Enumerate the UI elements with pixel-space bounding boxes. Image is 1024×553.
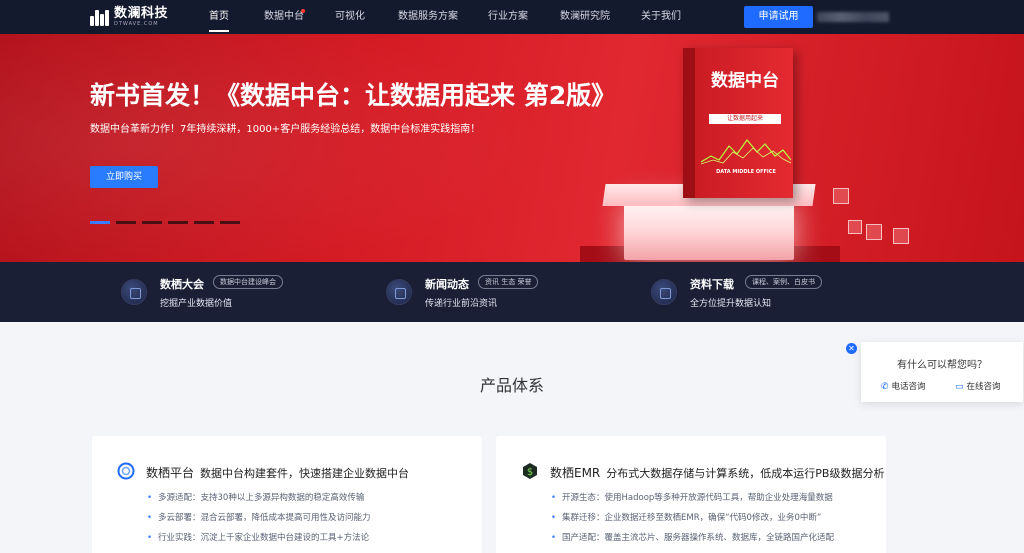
phone-consult-button[interactable]: ✆ 电话咨询 — [881, 380, 926, 392]
strip-title: 新闻动态 — [425, 278, 469, 291]
consult-widget: 有什么可以帮您吗？ ✆ 电话咨询 ▭ 在线咨询 — [861, 342, 1023, 402]
logo-mark-icon — [90, 8, 110, 26]
cube-icon — [866, 224, 882, 240]
cube-icon — [833, 188, 849, 204]
carousel-dot[interactable] — [116, 221, 136, 224]
strip-item-conference[interactable]: 数栖大会 数据中台建设峰会 挖掘产业数据价值 — [0, 262, 340, 322]
logo-name: 数澜科技 — [114, 6, 169, 21]
list-item: 国产适配：覆盖主流芯片、服务器操作系统、数据库，全链路国产化适配 — [551, 528, 834, 548]
hero-banner[interactable]: 新书首发！《数据中台：让数据用起来 第2版》 数据中台革新力作！7年持续深耕，1… — [0, 34, 1024, 262]
user-info-blurred[interactable] — [817, 12, 889, 22]
cube-icon — [848, 220, 862, 234]
hero-description: 数据中台革新力作！7年持续深耕，1000+客户服务经验总结，数据中台标准实践指南… — [90, 124, 481, 135]
mountain-wave-icon — [701, 139, 791, 165]
cloud-download-icon — [651, 279, 677, 305]
top-nav: 数澜科技 DTWAVE.COM 首页 数据中台 可视化 数据服务方案 行业方案 … — [0, 0, 1024, 34]
carousel-dot[interactable] — [194, 221, 214, 224]
strip-desc: 挖掘产业数据价值 — [160, 299, 233, 309]
nav-item-industry[interactable]: 行业方案 — [488, 0, 528, 34]
list-item: 开源生态：使用Hadoop等多种开放源代码工具，帮助企业处理海量数据 — [551, 488, 834, 508]
book-title: 数据中台 — [711, 71, 779, 91]
book-subtitle: 让数据用起来 — [709, 114, 781, 124]
strip-item-downloads[interactable]: 资料下载 课程、案例、白皮书 全方位提升数据认知 — [620, 262, 920, 322]
card-points: 多源适配：支持30种以上多源异构数据的稳定高效传输 多云部署：混合云部署，降低成… — [147, 488, 371, 548]
strip-title: 资料下载 — [690, 278, 734, 291]
card-name: 数栖平台 — [146, 466, 195, 480]
card-name: 数栖EMR — [550, 466, 601, 480]
list-item: 多云部署：混合云部署，降低成本提高可用性及访问能力 — [147, 508, 371, 528]
list-item: 多源适配：支持30种以上多源异构数据的稳定高效传输 — [147, 488, 371, 508]
ring-icon — [117, 462, 135, 480]
logo-sub: DTWAVE.COM — [114, 21, 159, 27]
book-cover: 数据中台 让数据用起来 DATA MIDDLE OFFICE — [683, 48, 793, 198]
card-desc: 分布式大数据存储与计算系统，低成本运行PB级数据分析 — [606, 467, 885, 480]
book-english-title: DATA MIDDLE OFFICE — [716, 169, 776, 175]
nav-item-about[interactable]: 关于我们 — [641, 0, 681, 34]
strip-tag: 数据中台建设峰会 — [213, 275, 283, 289]
cube-icon — [893, 228, 909, 244]
strip-desc: 传递行业前沿资讯 — [425, 299, 498, 309]
carousel-dot[interactable] — [90, 221, 110, 224]
nav-item-visualization[interactable]: 可视化 — [335, 0, 365, 34]
strip-tag: 资讯 生态 荣誉 — [478, 275, 539, 289]
online-consult-button[interactable]: ▭ 在线咨询 — [955, 380, 1001, 392]
chat-icon: ▭ — [955, 382, 964, 392]
dollar-hex-icon: $ — [523, 463, 537, 479]
strip-title: 数栖大会 — [160, 278, 204, 291]
nav-new-dot — [301, 9, 305, 13]
news-icon — [386, 279, 412, 305]
nav-item-data-middle-office[interactable]: 数据中台 — [264, 0, 304, 34]
strip-item-news[interactable]: 新闻动态 资讯 生态 荣誉 传递行业前沿资讯 — [340, 262, 620, 322]
apply-trial-button[interactable]: 申请试用 — [744, 6, 813, 28]
carousel-dot[interactable] — [220, 221, 240, 224]
pedestal — [624, 202, 794, 260]
close-consult-button[interactable]: ✕ — [846, 343, 857, 354]
product-card-platform[interactable]: 数栖平台数据中台构建套件，快速搭建企业数据中台 多源适配：支持30种以上多源异构… — [92, 436, 482, 553]
conference-icon — [121, 279, 147, 305]
logo[interactable]: 数澜科技 DTWAVE.COM — [90, 7, 168, 27]
buy-now-button[interactable]: 立即购买 — [90, 166, 158, 188]
carousel-indicators — [90, 221, 240, 224]
product-card-emr[interactable]: $ 数栖EMR 分布式大数据存储与计算系统，低成本运行PB级数据分析 开源生态：使… — [496, 436, 886, 553]
card-desc: 数据中台构建套件，快速搭建企业数据中台 — [200, 467, 410, 480]
strip-tag: 课程、案例、白皮书 — [745, 275, 822, 289]
svg-text:$: $ — [527, 467, 533, 478]
strip-desc: 全方位提升数据认知 — [690, 299, 772, 309]
carousel-dot[interactable] — [142, 221, 162, 224]
nav-item-data-service[interactable]: 数据服务方案 — [398, 0, 458, 34]
list-item: 集群迁移：企业数据迁移至数栖EMR，确保“代码0修改，业务0中断” — [551, 508, 834, 528]
consult-question: 有什么可以帮您吗？ — [897, 360, 987, 371]
hero-feature-strip: 数栖大会 数据中台建设峰会 挖掘产业数据价值 新闻动态 资讯 生态 荣誉 传递行… — [0, 262, 1024, 322]
list-item: 行业实践：沉淀上千家企业数据中台建设的工具+方法论 — [147, 528, 371, 548]
card-points: 开源生态：使用Hadoop等多种开放源代码工具，帮助企业处理海量数据 集群迁移：… — [551, 488, 834, 548]
nav-item-research[interactable]: 数澜研究院 — [560, 0, 610, 34]
phone-icon: ✆ — [881, 382, 889, 392]
nav-item-home[interactable]: 首页 — [209, 0, 229, 34]
hero-title: 新书首发！《数据中台：让数据用起来 第2版》 — [90, 81, 617, 110]
carousel-dot[interactable] — [168, 221, 188, 224]
